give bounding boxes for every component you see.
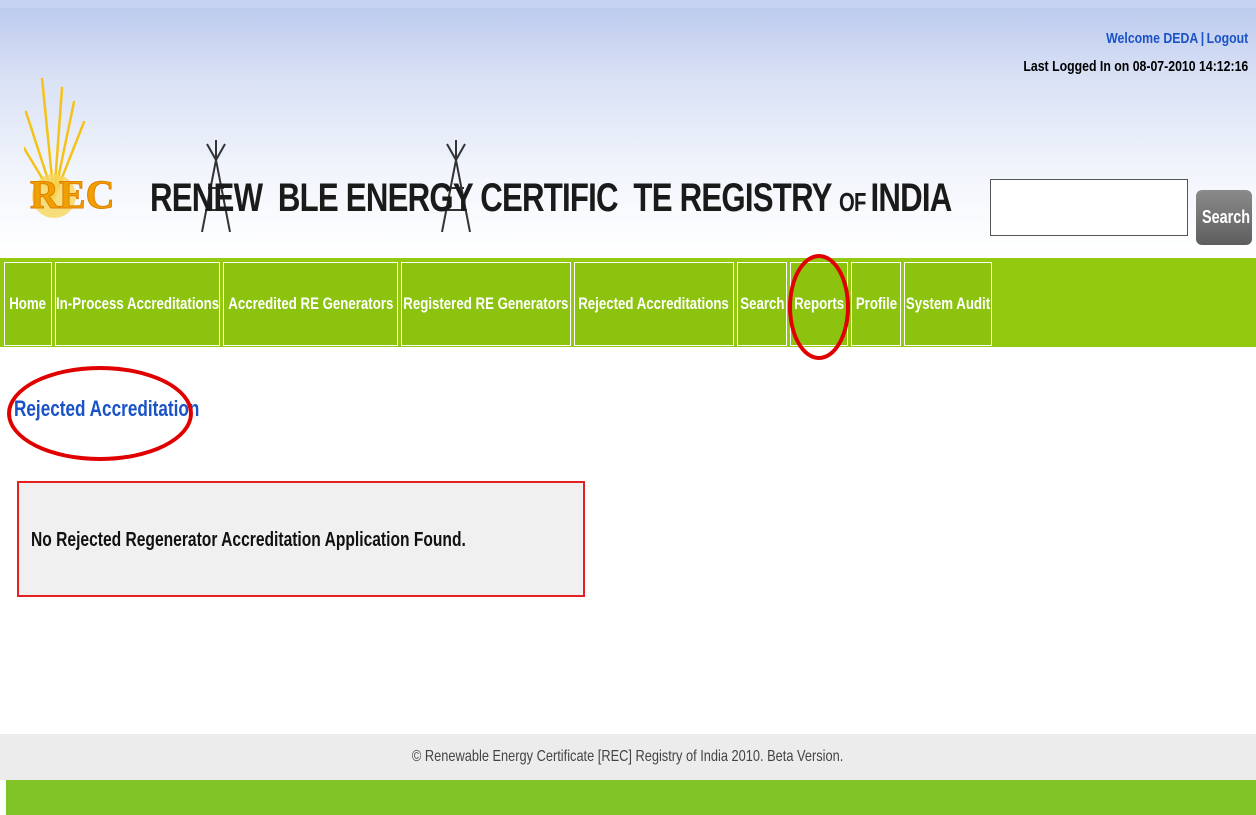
nav-label: System Audit: [905, 294, 991, 313]
nav-accredited-re-generators[interactable]: Accredited RE Generators: [223, 262, 398, 346]
site-title: RENEW BLE ENERGY CERTIFIC TE REGISTRY OF I…: [150, 176, 952, 221]
welcome-line: Welcome DEDA | Logout: [1023, 30, 1248, 54]
search-button[interactable]: Search: [1196, 190, 1252, 245]
reports-highlight-circle: [788, 254, 850, 360]
nav-profile[interactable]: Profile: [851, 262, 901, 346]
search-button-label: Search: [1202, 207, 1251, 227]
last-logged-in: Last Logged In on 08-07-2010 14:12:16: [1023, 58, 1248, 75]
search-input[interactable]: [990, 179, 1188, 236]
separator: |: [1200, 30, 1204, 47]
footer-copyright: © Renewable Energy Certificate [REC] Reg…: [412, 748, 844, 765]
nav-search[interactable]: Search: [737, 262, 787, 346]
nav-label: Registered RE Generators: [403, 294, 569, 313]
message-box: No Rejected Regenerator Accreditation Ap…: [17, 481, 585, 597]
nav-registered-re-generators[interactable]: Registered RE Generators: [401, 262, 571, 346]
nav-label: Search: [739, 294, 785, 313]
rec-logo: REC: [24, 78, 115, 218]
nav-label: Profile: [855, 294, 897, 313]
nav-system-audit[interactable]: System Audit: [904, 262, 992, 346]
nav-label: In-Process Accreditations: [55, 294, 220, 313]
footer-bar: [6, 780, 1256, 815]
nav-label: Home: [9, 294, 47, 313]
title-part: BLE ENERGY CERTIFIC: [277, 176, 619, 220]
title-part: INDIA: [870, 176, 953, 220]
section-highlight-circle: [7, 366, 193, 461]
title-part: RENEW: [150, 176, 263, 220]
user-info: Welcome DEDA | Logout Last Logged In on 08…: [1023, 30, 1248, 75]
title-part: TE REGISTRY: [633, 176, 840, 220]
nav-rejected-accreditations[interactable]: Rejected Accreditations: [574, 262, 734, 346]
logout-link[interactable]: Logout: [1206, 30, 1248, 47]
nav-label: Rejected Accreditations: [578, 294, 730, 313]
top-border: [0, 0, 1256, 8]
title-part: OF: [839, 187, 871, 217]
welcome-text: Welcome DEDA: [1105, 30, 1198, 47]
empty-result-message: No Rejected Regenerator Accreditation Ap…: [31, 529, 466, 551]
footer: © Renewable Energy Certificate [REC] Reg…: [0, 734, 1256, 780]
logo-text: REC: [30, 172, 114, 217]
nav-home[interactable]: Home: [4, 262, 52, 346]
nav-label: Accredited RE Generators: [227, 294, 394, 313]
nav-in-process-accreditations[interactable]: In-Process Accreditations: [55, 262, 220, 346]
